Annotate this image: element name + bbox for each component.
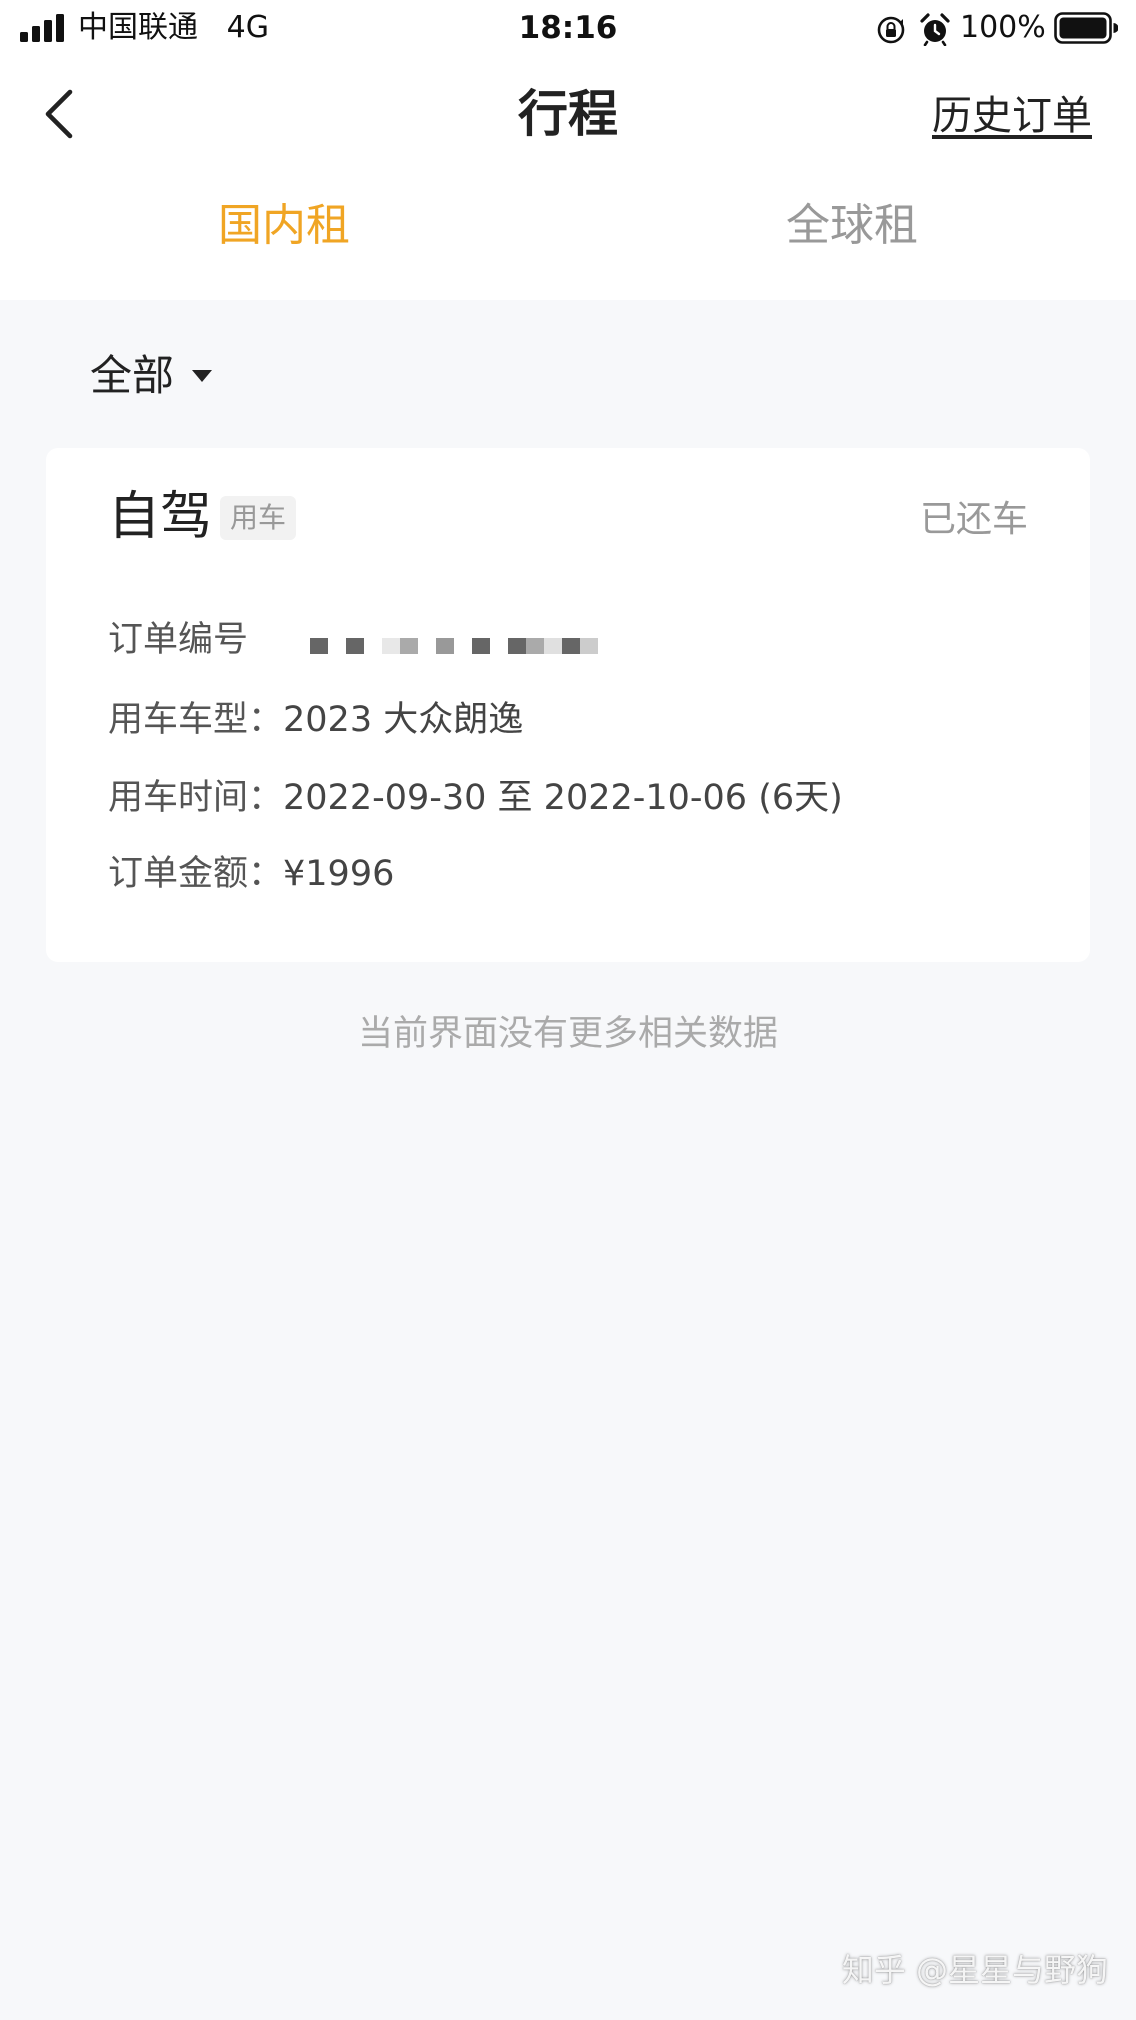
alarm-clock-icon [920, 13, 950, 46]
status-bar: 中国联通 4G 18:16 100% [0, 0, 1136, 58]
order-amount-row: 订单金额：¥1996 [108, 850, 394, 898]
tab-bar: 国内租 全球租 [0, 170, 1136, 300]
order-status: 已还车 [919, 499, 1028, 540]
no-more-data-text: 当前界面没有更多相关数据 [357, 1014, 778, 1054]
order-card[interactable]: 自驾 用车 已还车 订单编号 用车车型：2023 大众朗逸 用车时间：2022-… [46, 448, 1090, 962]
tab-domestic-rental[interactable]: 国内租 [0, 196, 568, 256]
battery-percentage: 100% [960, 10, 1046, 45]
caret-down-icon [192, 370, 213, 382]
history-orders-link[interactable]: 历史订单 [932, 90, 1092, 142]
rotation-lock-icon [877, 16, 905, 44]
filter-dropdown[interactable]: 全部 [90, 348, 214, 404]
order-amount-label: 订单金额： [108, 854, 284, 894]
rental-time-value: 2022-09-30 至 2022-10-06 (6天) [283, 778, 843, 818]
order-type-title: 自驾 [108, 487, 213, 547]
order-number-redacted [310, 638, 598, 654]
order-amount-value: ¥1996 [283, 854, 395, 894]
car-model-value: 2023 大众朗逸 [283, 700, 524, 740]
nav-bar: 行程 历史订单 [0, 58, 1136, 170]
car-model-row: 用车车型：2023 大众朗逸 [108, 696, 523, 744]
watermark: 知乎 @星星与野狗 [841, 1951, 1108, 1989]
order-number-row: 订单编号 [108, 616, 248, 664]
filter-label: 全部 [90, 351, 175, 400]
tab-global-rental[interactable]: 全球租 [568, 196, 1136, 256]
battery-icon [1054, 12, 1118, 44]
rental-time-row: 用车时间：2022-09-30 至 2022-10-06 (6天) [108, 774, 843, 822]
order-tag-badge: 用车 [220, 496, 297, 540]
rental-time-label: 用车时间： [108, 778, 284, 818]
car-model-label: 用车车型： [108, 700, 284, 740]
order-number-label: 订单编号 [108, 620, 249, 660]
